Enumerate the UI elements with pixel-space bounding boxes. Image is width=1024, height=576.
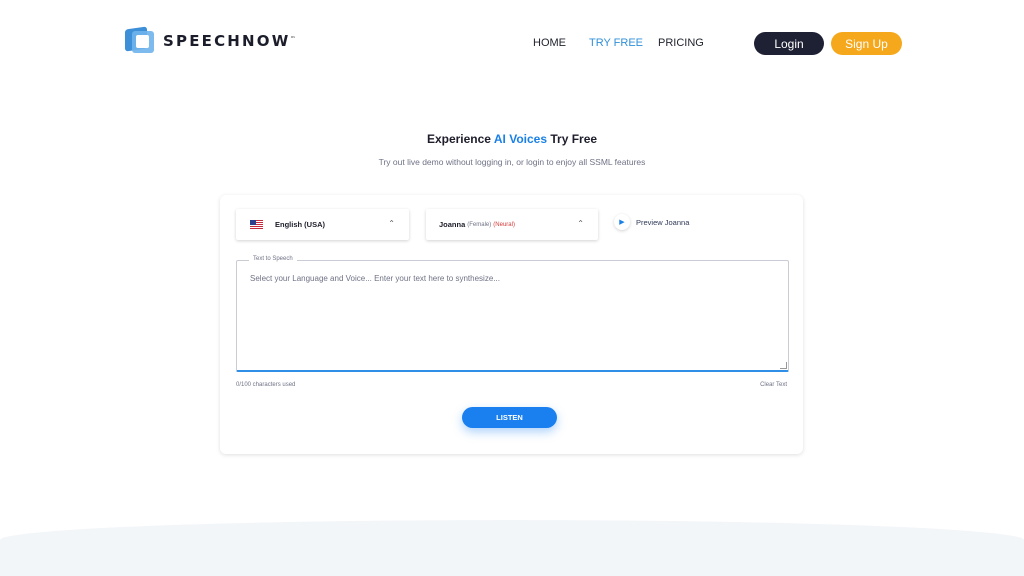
demo-card: English (USA) ⌃ Joanna (Female) (Neural)…	[220, 195, 803, 454]
voice-type: (Neural)	[493, 221, 515, 228]
logo-icon	[125, 26, 157, 56]
hero-subtitle: Try out live demo without logging in, or…	[378, 157, 646, 167]
language-select[interactable]: English (USA) ⌃	[236, 209, 409, 240]
chevron-up-icon: ⌃	[577, 219, 584, 228]
brand-name: SPEECHNOW™	[163, 32, 296, 50]
nav-try-free[interactable]: TRY FREE	[589, 37, 643, 49]
character-count: 0/100 characters used	[236, 382, 296, 388]
preview-voice-button[interactable]: ▶ Preview Joanna	[614, 214, 689, 230]
voice-gender: (Female)	[467, 221, 492, 228]
login-button[interactable]: Login	[754, 32, 824, 55]
brand-logo[interactable]: SPEECHNOW™	[125, 26, 296, 56]
textarea-placeholder: Select your Language and Voice... Enter …	[250, 274, 500, 283]
resize-handle-icon[interactable]	[780, 362, 787, 369]
us-flag-icon	[250, 220, 263, 229]
textarea-label: Text to Speech	[249, 256, 297, 262]
text-to-speech-input[interactable]: Text to Speech Select your Language and …	[236, 256, 789, 372]
hero-title: Experience AI Voices Try Free	[426, 132, 598, 146]
signup-button[interactable]: Sign Up	[831, 32, 902, 55]
listen-button[interactable]: LISTEN	[462, 407, 557, 428]
voice-select[interactable]: Joanna (Female) (Neural) ⌃	[426, 209, 598, 240]
chevron-up-icon: ⌃	[388, 219, 395, 228]
language-value: English (USA)	[275, 220, 325, 229]
nav-pricing[interactable]: PRICING	[658, 37, 704, 49]
voice-name: Joanna	[439, 220, 466, 229]
preview-label: Preview Joanna	[636, 217, 690, 227]
clear-text-link[interactable]: Clear Text	[760, 382, 787, 388]
play-icon: ▶	[614, 214, 630, 230]
footer-background	[0, 520, 1024, 576]
nav-home[interactable]: HOME	[533, 37, 566, 49]
